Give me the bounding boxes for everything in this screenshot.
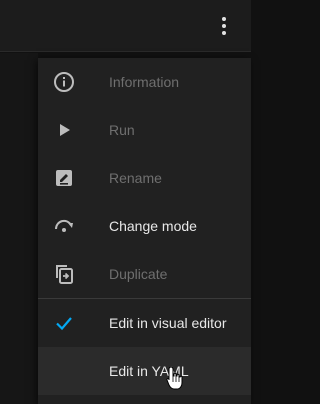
play-icon xyxy=(60,124,70,136)
overflow-menu: Information Run Rename Change mode Dupli… xyxy=(38,58,251,404)
menu-item-run[interactable]: Run xyxy=(38,106,251,154)
dot xyxy=(222,17,226,21)
dot xyxy=(222,24,226,28)
change-mode-icon xyxy=(54,219,73,232)
info-icon xyxy=(54,72,74,92)
background-pane xyxy=(0,53,38,404)
menu-item-edit-yaml[interactable]: Edit in YAML xyxy=(38,347,251,395)
top-app-bar xyxy=(0,0,251,52)
more-options-icon[interactable] xyxy=(221,17,227,35)
check-icon xyxy=(56,317,72,331)
menu-item-label: Edit in YAML xyxy=(109,363,189,379)
menu-item-label: Duplicate xyxy=(109,266,168,282)
duplicate-icon xyxy=(56,265,73,284)
menu-item-rename[interactable]: Rename xyxy=(38,154,251,202)
menu-item-label: Rename xyxy=(109,170,162,186)
menu-item-label: Information xyxy=(109,74,180,90)
menu-item-information[interactable]: Information xyxy=(38,58,251,106)
menu-item-edit-visual[interactable]: Edit in visual editor xyxy=(38,299,251,347)
menu-item-label: Change mode xyxy=(109,218,197,234)
menu-item-change-mode[interactable]: Change mode xyxy=(38,202,251,250)
menu-item-duplicate[interactable]: Duplicate xyxy=(38,250,251,298)
menu-item-label: Run xyxy=(109,122,135,138)
menu-item-label: Edit in visual editor xyxy=(109,315,227,331)
dot xyxy=(222,31,226,35)
rename-icon xyxy=(56,170,72,186)
